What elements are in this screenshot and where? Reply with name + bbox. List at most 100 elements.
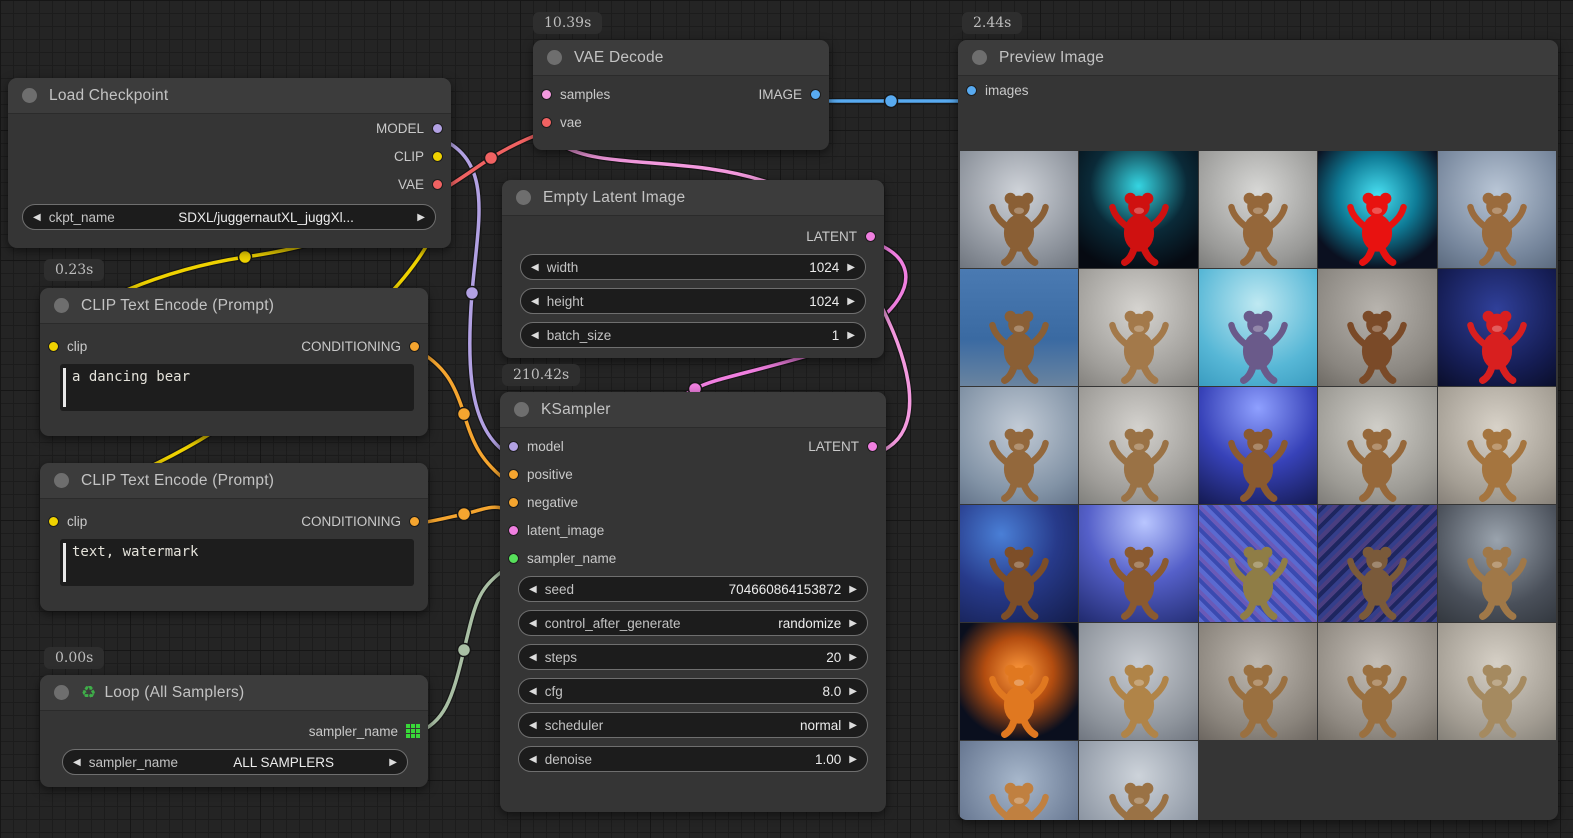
collapse-dot-icon[interactable] <box>54 473 69 488</box>
batch-size-widget[interactable]: ◀batch_size1▶ <box>520 322 866 348</box>
collapse-dot-icon[interactable] <box>54 298 69 313</box>
conditioning-output-dot[interactable] <box>409 341 420 352</box>
node-clip-text-encode-positive[interactable]: CLIP Text Encode (Prompt) clip CONDITION… <box>40 288 428 436</box>
node-clip-text-encode-negative[interactable]: CLIP Text Encode (Prompt) clip CONDITION… <box>40 463 428 611</box>
seed-widget[interactable]: ◀seed704660864153872▶ <box>518 576 868 602</box>
vae-output-dot[interactable] <box>432 179 443 190</box>
latent-output-dot[interactable] <box>867 441 878 452</box>
images-input-dot[interactable] <box>966 85 977 96</box>
widget-label: steps <box>545 650 577 665</box>
preview-image-grid <box>960 151 1556 820</box>
widget-label: height <box>547 294 584 309</box>
left-arrow-icon[interactable]: ◀ <box>529 652 537 663</box>
left-arrow-icon[interactable]: ◀ <box>531 296 539 307</box>
output-label: LATENT <box>808 439 859 454</box>
widget-label: scheduler <box>545 718 604 733</box>
input-label: latent_image <box>527 523 604 538</box>
left-arrow-icon[interactable]: ◀ <box>531 262 539 273</box>
preview-tile-14 <box>1318 387 1436 504</box>
right-arrow-icon[interactable]: ▶ <box>847 262 855 273</box>
conditioning-output-dot[interactable] <box>409 516 420 527</box>
clip-input-dot[interactable] <box>48 341 59 352</box>
right-arrow-icon[interactable]: ▶ <box>389 757 397 768</box>
left-arrow-icon[interactable]: ◀ <box>529 686 537 697</box>
clip-output-dot[interactable] <box>432 151 443 162</box>
clip-input-dot[interactable] <box>48 516 59 527</box>
image-output-dot[interactable] <box>810 89 821 100</box>
collapse-dot-icon[interactable] <box>514 402 529 417</box>
right-arrow-icon[interactable]: ▶ <box>849 652 857 663</box>
model-output-dot[interactable] <box>432 123 443 134</box>
wire-dot-sampler-to-ksampler[interactable] <box>458 644 471 657</box>
ckpt-name-widget[interactable]: ◀ ckpt_name SDXL/juggernautXL_juggXl... … <box>22 204 436 230</box>
denoise-widget[interactable]: ◀denoise1.00▶ <box>518 746 868 772</box>
widget-label: seed <box>545 582 574 597</box>
node-title: KSampler <box>541 401 611 419</box>
dancing-bear-image <box>1461 659 1533 738</box>
right-arrow-icon[interactable]: ▶ <box>849 754 857 765</box>
right-arrow-icon[interactable]: ▶ <box>849 686 857 697</box>
wire-dot-cond-to-negative[interactable] <box>458 508 471 521</box>
left-arrow-icon[interactable]: ◀ <box>73 757 81 768</box>
prompt-textarea[interactable]: a dancing bear <box>60 364 414 411</box>
right-arrow-icon[interactable]: ▶ <box>847 296 855 307</box>
prompt-textarea[interactable]: text, watermark <box>60 539 414 586</box>
samples-input-dot[interactable] <box>541 89 552 100</box>
control-after-generate-widget[interactable]: ◀control_after_generaterandomize▶ <box>518 610 868 636</box>
dancing-bear-image <box>983 777 1055 820</box>
dancing-bear-image <box>1461 541 1533 620</box>
right-arrow-icon[interactable]: ▶ <box>847 330 855 341</box>
node-preview-image[interactable]: Preview Image images <box>958 40 1558 820</box>
dancing-bear-image <box>1341 423 1413 502</box>
dancing-bear-image <box>1341 305 1413 384</box>
node-vae-decode[interactable]: VAE Decode samples IMAGE vae <box>533 40 829 150</box>
left-arrow-icon[interactable]: ◀ <box>529 618 537 629</box>
vae-input-dot[interactable] <box>541 117 552 128</box>
node-title: Loop (All Samplers) <box>104 684 244 702</box>
preview-tile-3 <box>1199 151 1317 268</box>
right-arrow-icon[interactable]: ▶ <box>849 720 857 731</box>
width-widget[interactable]: ◀width1024▶ <box>520 254 866 280</box>
node-empty-latent-image[interactable]: Empty Latent Image LATENT ◀width1024▶ ◀h… <box>502 180 884 358</box>
wire-dot-vae-to-decode[interactable] <box>485 152 498 165</box>
model-input-dot[interactable] <box>508 441 519 452</box>
wire-dot-clip-to-positive[interactable] <box>239 251 252 264</box>
positive-input-dot[interactable] <box>508 469 519 480</box>
negative-input-dot[interactable] <box>508 497 519 508</box>
left-arrow-icon[interactable]: ◀ <box>531 330 539 341</box>
collapse-dot-icon[interactable] <box>22 88 37 103</box>
node-load-checkpoint[interactable]: Load Checkpoint MODEL CLIP VAE ◀ ckpt_na… <box>8 78 451 248</box>
steps-widget[interactable]: ◀steps20▶ <box>518 644 868 670</box>
preview-tile-22 <box>1079 623 1197 740</box>
height-widget[interactable]: ◀height1024▶ <box>520 288 866 314</box>
node-loop-all-samplers[interactable]: ♻ Loop (All Samplers) sampler_name ◀ sam… <box>40 675 428 787</box>
wire-dot-image-to-preview[interactable] <box>885 95 898 108</box>
latent-image-input-dot[interactable] <box>508 525 519 536</box>
latent-output-dot[interactable] <box>865 231 876 242</box>
cfg-widget[interactable]: ◀cfg8.0▶ <box>518 678 868 704</box>
right-arrow-icon[interactable]: ▶ <box>849 584 857 595</box>
left-arrow-icon[interactable]: ◀ <box>33 212 41 223</box>
sampler-name-widget[interactable]: ◀ sampler_name ALL SAMPLERS ▶ <box>62 749 408 775</box>
recycle-icon: ♻ <box>81 683 96 703</box>
wire-dot-cond-to-positive[interactable] <box>458 408 471 421</box>
list-output-grid-icon[interactable] <box>406 724 420 738</box>
node-ksampler[interactable]: KSampler model LATENT positive negative … <box>500 392 886 812</box>
right-arrow-icon[interactable]: ▶ <box>849 618 857 629</box>
collapse-dot-icon[interactable] <box>547 50 562 65</box>
sampler-name-input-dot[interactable] <box>508 553 519 564</box>
widget-value: 1 <box>619 328 839 343</box>
collapse-dot-icon[interactable] <box>54 685 69 700</box>
widget-value: 1024 <box>586 260 839 275</box>
wire-dot-model-to-ksampler[interactable] <box>466 287 479 300</box>
node-title: Empty Latent Image <box>543 189 685 207</box>
scheduler-widget[interactable]: ◀schedulernormal▶ <box>518 712 868 738</box>
collapse-dot-icon[interactable] <box>516 190 531 205</box>
left-arrow-icon[interactable]: ◀ <box>529 720 537 731</box>
collapse-dot-icon[interactable] <box>972 50 987 65</box>
left-arrow-icon[interactable]: ◀ <box>529 754 537 765</box>
left-arrow-icon[interactable]: ◀ <box>529 584 537 595</box>
output-label: CONDITIONING <box>301 339 401 354</box>
right-arrow-icon[interactable]: ▶ <box>417 212 425 223</box>
preview-tile-27 <box>1079 741 1197 820</box>
